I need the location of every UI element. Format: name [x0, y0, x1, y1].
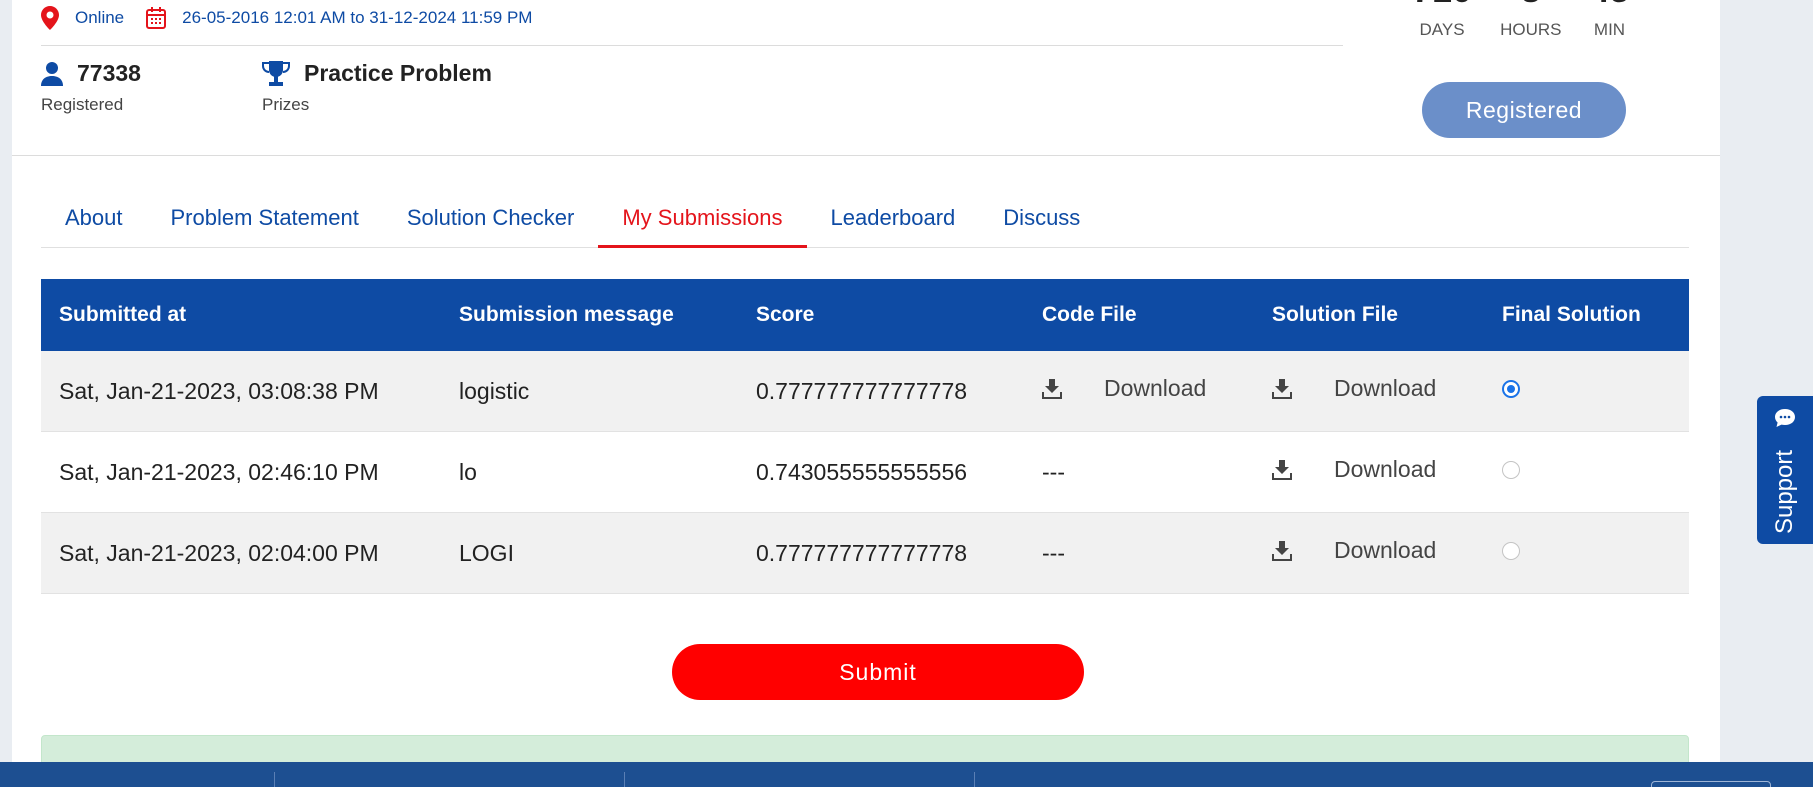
code-file-download-link[interactable]: Download [1104, 375, 1206, 402]
event-meta-row: Online 26-05-2016 12:01 AM to 31-12-2024… [41, 6, 554, 30]
tab-my-submissions[interactable]: My Submissions [598, 190, 807, 248]
submit-button[interactable]: Submit [672, 644, 1084, 700]
chat-bubble-icon [1775, 409, 1795, 427]
tab-bar: About Problem Statement Solution Checker… [41, 190, 1689, 248]
code-file-empty: --- [1042, 458, 1065, 485]
countdown-min: 45 MIN [1589, 0, 1629, 40]
registered-label: Registered [41, 95, 124, 114]
header-score: Score [756, 303, 815, 326]
mode-text: Online [75, 8, 125, 27]
cell-code-file: Download [1024, 375, 1254, 402]
footer-bar [0, 762, 1813, 787]
cell-solution-file: Download [1254, 456, 1484, 483]
tab-discuss[interactable]: Discuss [979, 190, 1104, 248]
footer-separator [274, 772, 275, 787]
tab-problem-statement[interactable]: Problem Statement [147, 190, 383, 248]
days-label: DAYS [1419, 20, 1465, 39]
cell-solution-file: Download [1254, 537, 1484, 564]
location-pin-icon [41, 6, 59, 30]
download-icon[interactable] [1042, 379, 1062, 399]
date-range-text: 26-05-2016 12:01 AM to 31-12-2024 11:59 … [182, 8, 533, 27]
table-row: Sat, Jan-21-2023, 02:04:00 PM LOGI 0.777… [41, 513, 1689, 594]
prize-value: Practice Problem [304, 60, 492, 86]
header-solution-file: Solution File [1272, 303, 1398, 326]
tab-leaderboard[interactable]: Leaderboard [807, 190, 980, 248]
calendar-icon [146, 7, 167, 29]
table-header: Submitted at Submission message Score Co… [41, 279, 1689, 351]
cell-submitted-at: Sat, Jan-21-2023, 02:46:10 PM [59, 458, 379, 485]
hours-label: HOURS [1500, 20, 1562, 39]
min-value: 45 [1589, 0, 1629, 8]
cell-score: 0.777777777777778 [756, 377, 968, 404]
tab-solution-checker[interactable]: Solution Checker [383, 190, 599, 248]
cell-message: logistic [459, 377, 530, 404]
table-row: Sat, Jan-21-2023, 02:46:10 PM lo 0.74305… [41, 432, 1689, 513]
min-label: MIN [1593, 20, 1626, 39]
tab-about[interactable]: About [41, 190, 147, 248]
meta-divider [41, 45, 1343, 46]
solution-file-download-link[interactable]: Download [1334, 537, 1436, 564]
download-icon[interactable] [1272, 460, 1292, 480]
cell-code-file: --- [1024, 540, 1254, 567]
date-range-item: 26-05-2016 12:01 AM to 31-12-2024 11:59 … [146, 7, 532, 29]
solution-file-download-link[interactable]: Download [1334, 456, 1436, 483]
mode-item: Online [41, 6, 124, 30]
download-icon[interactable] [1272, 541, 1292, 561]
cell-score: 0.743055555555556 [756, 458, 968, 485]
submissions-table: Submitted at Submission message Score Co… [41, 279, 1689, 594]
cell-code-file: --- [1024, 459, 1254, 486]
cell-solution-file: Download [1254, 375, 1484, 402]
header-divider [12, 155, 1720, 156]
hours-value: 8 [1500, 0, 1561, 8]
download-icon[interactable] [1272, 379, 1292, 399]
prize-label: Prizes [262, 95, 310, 114]
days-value: 710 [1412, 0, 1472, 8]
solution-file-download-link[interactable]: Download [1334, 375, 1436, 402]
support-label: Support [1771, 449, 1798, 535]
final-solution-radio[interactable] [1502, 380, 1520, 398]
cell-submitted-at: Sat, Jan-21-2023, 02:04:00 PM [59, 539, 379, 566]
countdown-days: 710 DAYS [1412, 0, 1472, 40]
header-submitted-at: Submitted at [59, 303, 187, 326]
header-final-solution: Final Solution [1502, 303, 1641, 326]
footer-button[interactable] [1651, 781, 1771, 787]
header-code-file: Code File [1042, 303, 1137, 326]
code-file-empty: --- [1042, 539, 1065, 566]
countdown-hours: 8 HOURS [1500, 0, 1561, 40]
competition-card: Online 26-05-2016 12:01 AM to 31-12-2024… [12, 0, 1720, 787]
cell-final-solution [1484, 542, 1689, 560]
cell-message: LOGI [459, 539, 514, 566]
final-solution-radio[interactable] [1502, 461, 1520, 479]
countdown: 710 DAYS 8 HOURS 45 MIN [1412, 0, 1658, 40]
header-submission-message: Submission message [459, 303, 674, 326]
cell-final-solution [1484, 380, 1689, 398]
registered-button[interactable]: Registered [1422, 82, 1626, 138]
trophy-icon [262, 60, 290, 86]
prize-stat: Practice Problem Prizes [262, 60, 492, 115]
cell-final-solution [1484, 461, 1689, 479]
support-tab[interactable]: Support [1757, 396, 1813, 544]
cell-message: lo [459, 458, 477, 485]
user-icon [41, 61, 63, 86]
registered-count: 77338 [77, 60, 141, 86]
footer-separator [624, 772, 625, 787]
cell-score: 0.777777777777778 [756, 539, 968, 566]
final-solution-radio[interactable] [1502, 542, 1520, 560]
table-row: Sat, Jan-21-2023, 03:08:38 PM logistic 0… [41, 351, 1689, 432]
registered-stat: 77338 Registered [41, 60, 141, 115]
cell-submitted-at: Sat, Jan-21-2023, 03:08:38 PM [59, 377, 379, 404]
footer-separator [974, 772, 975, 787]
